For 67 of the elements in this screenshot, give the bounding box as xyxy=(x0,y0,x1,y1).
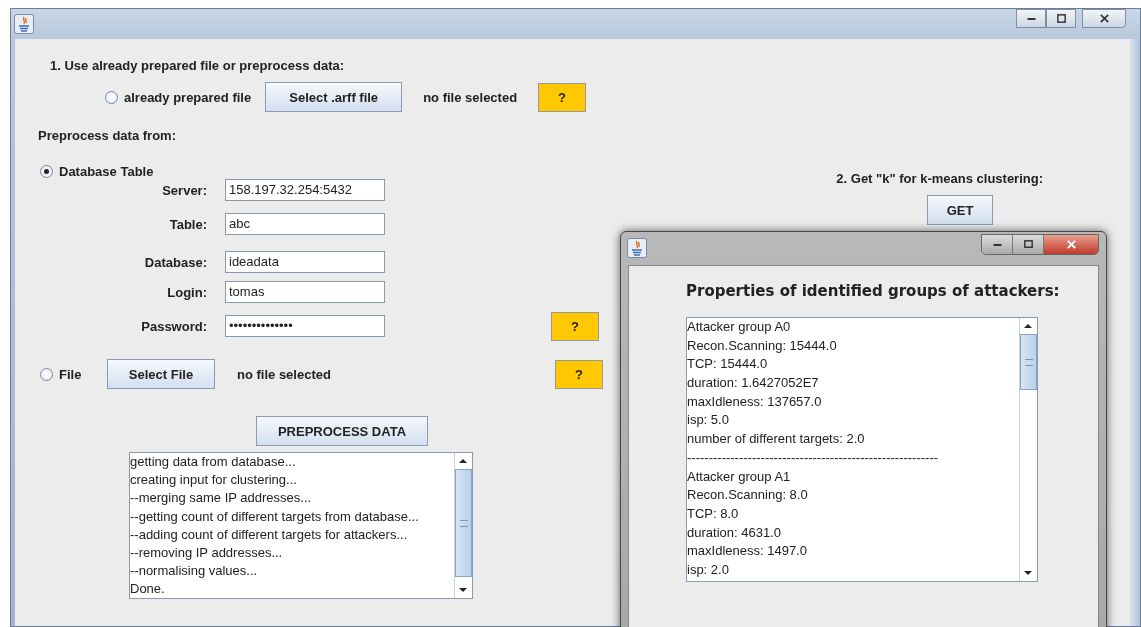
help-button[interactable]: ? xyxy=(551,311,599,341)
file-status: no file selected xyxy=(237,366,332,382)
log-line: Done. xyxy=(130,580,166,598)
log-line: --removing IP addresses... xyxy=(130,543,284,562)
app-icon xyxy=(14,13,34,34)
input-field[interactable]: ideadata xyxy=(225,251,385,273)
log-line: --normalising values... xyxy=(130,562,259,581)
help-button[interactable]: ? xyxy=(538,82,587,112)
log-line: --getting count of different targets from database... xyxy=(130,507,420,526)
field-label: Password: xyxy=(140,318,208,334)
radio-button[interactable] xyxy=(40,367,53,381)
dialog-heading: Properties of identified groups of attackers: xyxy=(686,282,1061,300)
log-line: --merging same IP addresses... xyxy=(130,489,313,508)
section-heading: 2. Get "k" for k-means clustering: xyxy=(836,171,1043,186)
input-field[interactable]: tomas xyxy=(225,281,385,303)
radio-button[interactable] xyxy=(105,90,118,104)
property-line: TCP: 8.0 xyxy=(687,504,740,523)
radio-button[interactable] xyxy=(40,165,53,178)
radio-label: File xyxy=(59,366,83,382)
property-line: Recon.Scanning: 8.0 xyxy=(687,486,809,505)
property-line: ---------------------------------------------------------- xyxy=(687,448,940,467)
select-arff-button[interactable]: Select .arff file xyxy=(265,82,403,112)
minimize-button[interactable] xyxy=(1016,9,1046,28)
preprocess-button[interactable]: PREPROCESS DATA xyxy=(256,416,428,446)
maximize-icon xyxy=(1055,13,1067,24)
radio-label: Database Table xyxy=(59,164,154,179)
property-line: Attacker group A0 xyxy=(687,318,792,336)
property-line: duration: 4631.0 xyxy=(687,523,782,542)
input-field[interactable]: •••••••••••••• xyxy=(225,315,385,337)
close-button[interactable] xyxy=(1082,9,1126,28)
app-icon xyxy=(627,238,647,258)
file-status: no file selected xyxy=(423,89,518,105)
property-line: isp: 2.0 xyxy=(687,560,730,579)
field-label: Database: xyxy=(143,254,208,270)
minimize-icon xyxy=(992,243,1002,246)
property-line: maxIdleness: 1497.0 xyxy=(687,542,808,561)
maximize-icon xyxy=(1022,239,1034,250)
property-line: Recon.Scanning: 15444.0 xyxy=(687,336,838,355)
input-field[interactable]: abc xyxy=(225,213,385,235)
log-line: getting data from database... xyxy=(130,453,297,471)
radio-label: already prepared file xyxy=(124,89,252,105)
scrollbar[interactable] xyxy=(454,453,472,598)
close-icon xyxy=(1098,13,1110,24)
maximize-button[interactable] xyxy=(1046,9,1076,28)
help-button[interactable]: ? xyxy=(555,359,603,389)
property-line: duration: 1.6427052E7 xyxy=(687,374,820,393)
close-icon xyxy=(1065,239,1077,250)
field-label: Table: xyxy=(168,216,208,232)
input-field[interactable]: 158.197.32.254:5432 xyxy=(225,179,385,201)
scrollbar[interactable] xyxy=(1019,318,1037,581)
log-line: --adding count of different targets for attackers... xyxy=(130,525,409,544)
close-button[interactable] xyxy=(1044,235,1098,254)
select-file-button[interactable]: Select File xyxy=(107,359,215,389)
minimize-icon xyxy=(1026,17,1036,20)
minimize-button[interactable] xyxy=(982,235,1013,254)
property-line: Attacker group A1 xyxy=(687,467,792,486)
get-button[interactable]: GET xyxy=(927,195,993,225)
section-heading: 1. Use already prepared file or preprocess data: xyxy=(50,58,346,74)
log-line: creating input for clustering... xyxy=(130,471,298,490)
property-line: TCP: 15444.0 xyxy=(687,355,769,374)
section-heading: Preprocess data from: xyxy=(38,128,177,144)
property-line: maxIdleness: 137657.0 xyxy=(687,392,823,411)
field-label: Server: xyxy=(161,182,208,198)
property-line: number of different targets: 2.0 xyxy=(687,430,866,449)
maximize-button[interactable] xyxy=(1013,235,1044,254)
property-line: isp: 5.0 xyxy=(687,411,730,430)
field-label: Login: xyxy=(166,284,208,300)
